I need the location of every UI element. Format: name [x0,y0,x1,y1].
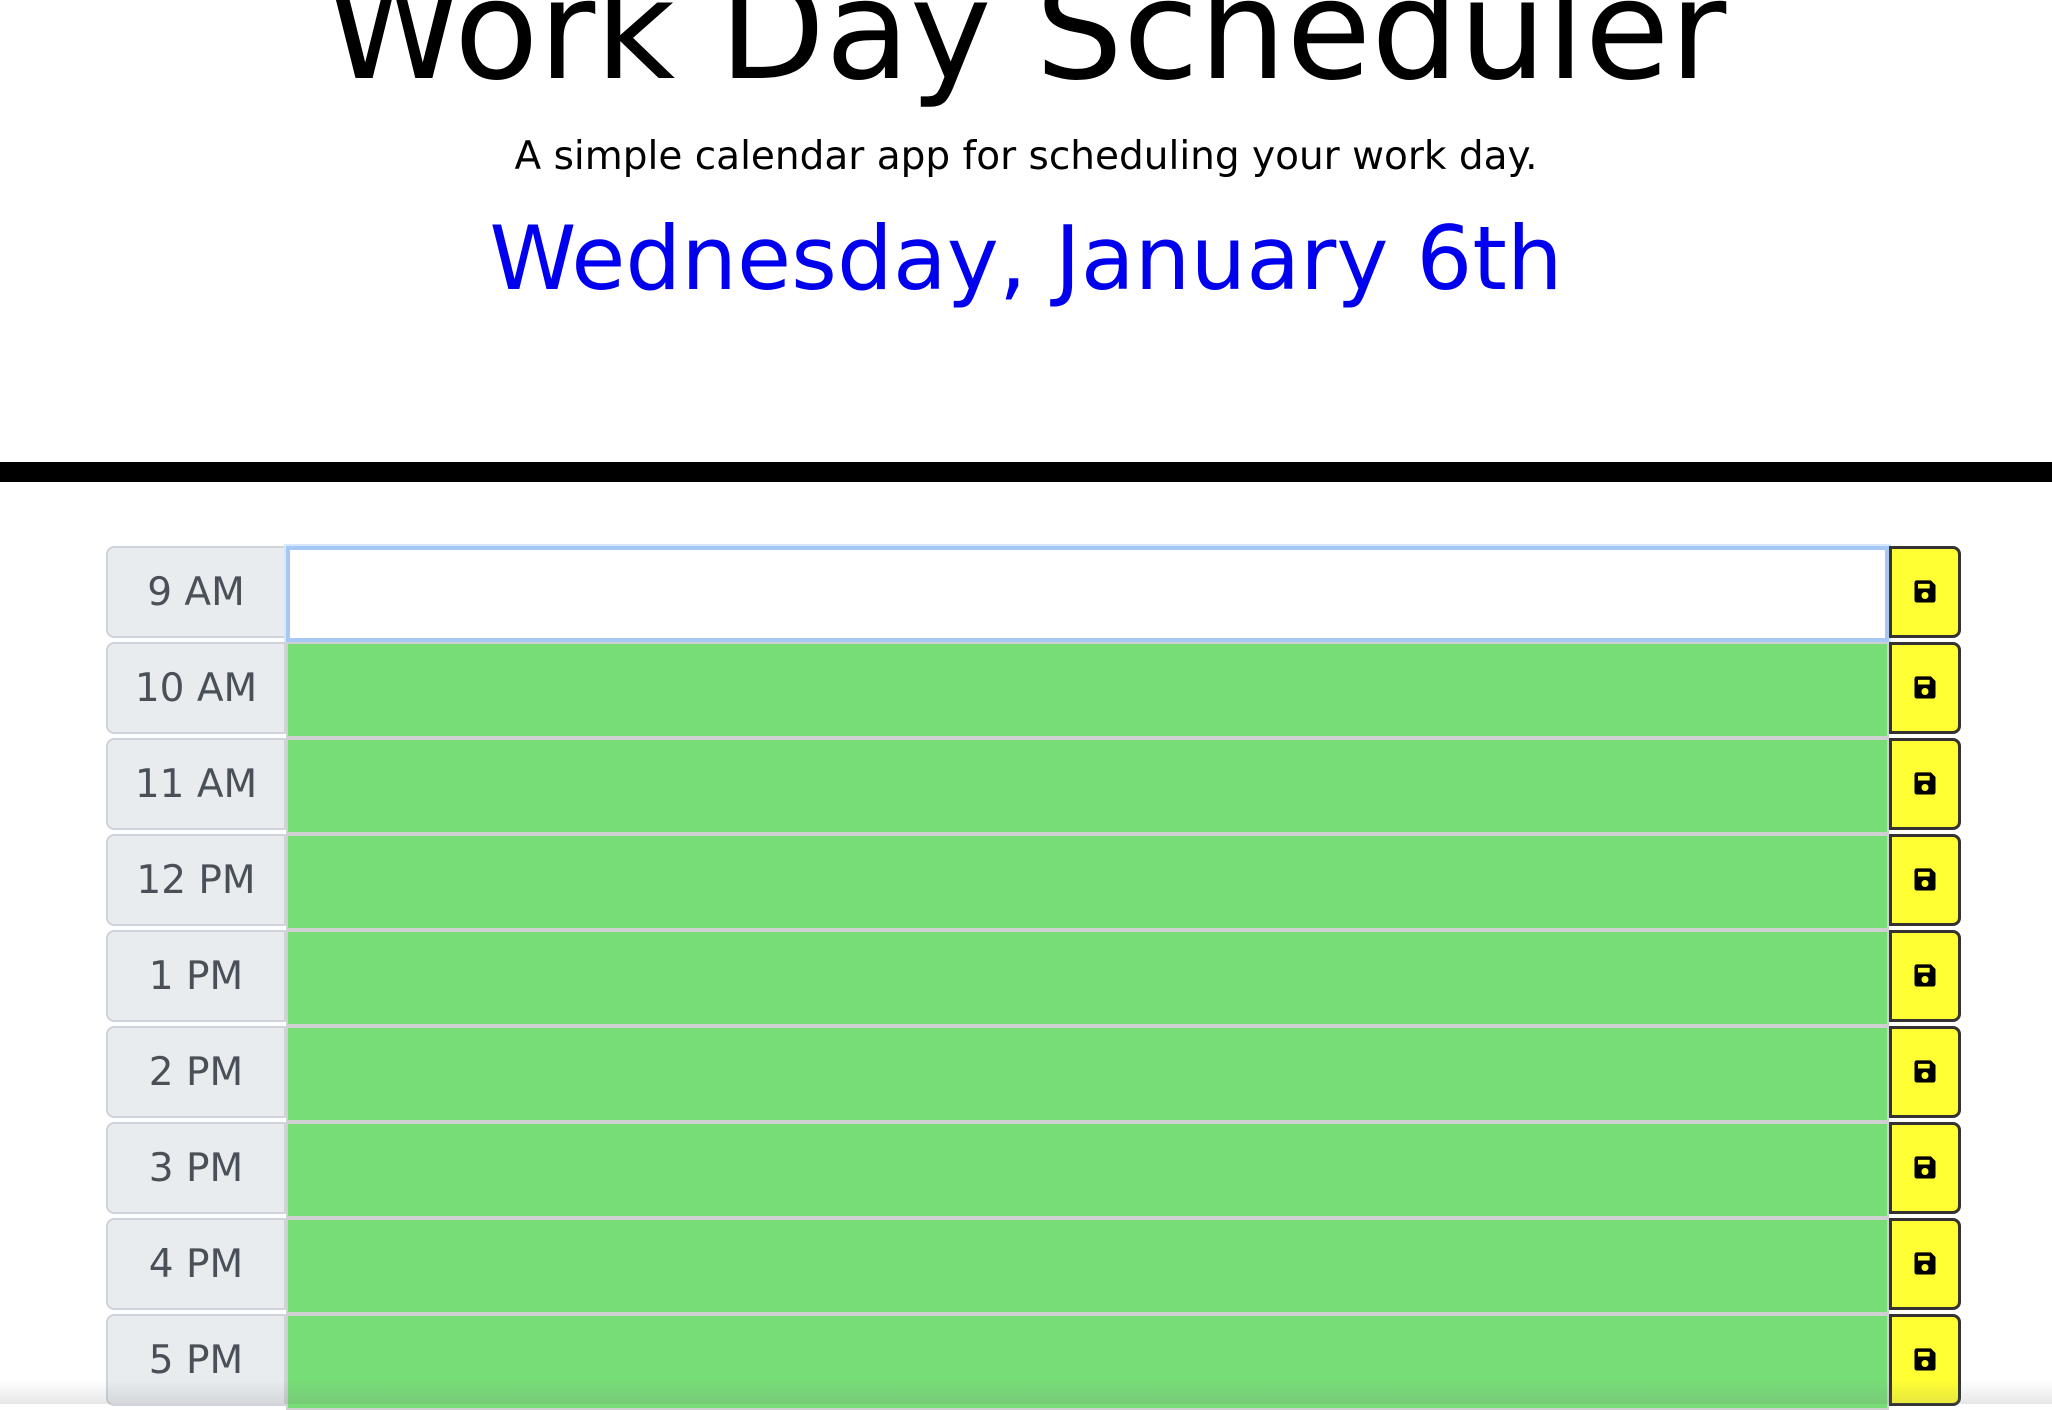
time-block-row: 5 PM [106,1314,1965,1410]
event-description-input[interactable] [286,930,1889,1026]
event-description-input[interactable] [286,834,1889,930]
event-description-input[interactable] [286,1314,1889,1410]
event-description-input[interactable] [286,546,1889,642]
save-button[interactable] [1889,738,1961,830]
time-block-row: 1 PM [106,930,1965,1026]
save-button[interactable] [1889,642,1961,734]
hour-label: 4 PM [106,1218,286,1310]
save-button[interactable] [1889,1314,1961,1406]
save-button[interactable] [1889,834,1961,926]
header: Work Day Scheduler A simple calendar app… [0,0,2052,470]
page-subtitle: A simple calendar app for scheduling you… [514,134,1538,179]
current-day: Wednesday, January 6th [489,207,1563,310]
floppy-disk-icon [1914,772,1936,795]
floppy-disk-icon [1914,868,1936,891]
time-block-row: 3 PM [106,1122,1965,1218]
floppy-disk-icon [1914,580,1936,603]
event-description-input[interactable] [286,1026,1889,1122]
hour-label: 3 PM [106,1122,286,1214]
time-block-row: 12 PM [106,834,1965,930]
time-block-list: 9 AM 10 AM 11 AM 12 PM 1 PM 2 PM 3 PM 4 PM 5 PM [106,546,1965,1410]
time-block-row: 4 PM [106,1218,1965,1314]
save-button[interactable] [1889,930,1961,1022]
event-description-input[interactable] [286,1218,1889,1314]
save-button[interactable] [1889,1122,1961,1214]
floppy-disk-icon [1914,676,1936,699]
time-block-row: 9 AM [106,546,1965,642]
save-button[interactable] [1889,1218,1961,1310]
hour-label: 12 PM [106,834,286,926]
save-button[interactable] [1889,546,1961,638]
hour-label: 2 PM [106,1026,286,1118]
floppy-disk-icon [1914,964,1936,987]
hour-label: 11 AM [106,738,286,830]
event-description-input[interactable] [286,1122,1889,1218]
floppy-disk-icon [1914,1156,1936,1179]
floppy-disk-icon [1914,1252,1936,1275]
header-divider [0,462,2052,482]
hour-label: 9 AM [106,546,286,638]
time-block-row: 2 PM [106,1026,1965,1122]
event-description-input[interactable] [286,738,1889,834]
event-description-input[interactable] [286,642,1889,738]
page-title: Work Day Scheduler [325,0,1727,111]
floppy-disk-icon [1914,1060,1936,1083]
hour-label: 5 PM [106,1314,286,1406]
hour-label: 10 AM [106,642,286,734]
time-block-row: 10 AM [106,642,1965,738]
time-block-row: 11 AM [106,738,1965,834]
hour-label: 1 PM [106,930,286,1022]
floppy-disk-icon [1914,1348,1936,1371]
save-button[interactable] [1889,1026,1961,1118]
